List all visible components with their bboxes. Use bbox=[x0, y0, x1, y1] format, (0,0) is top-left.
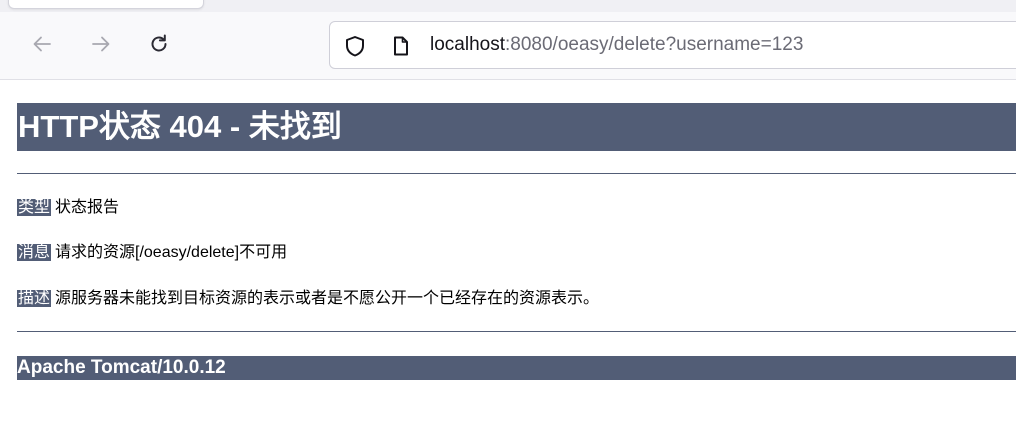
shield-icon[interactable] bbox=[344, 35, 366, 57]
message-label: 消息 bbox=[17, 244, 52, 261]
message-value: 请求的资源[/oeasy/delete]不可用 bbox=[55, 244, 288, 261]
type-label: 类型 bbox=[17, 199, 52, 216]
reload-icon[interactable] bbox=[143, 28, 175, 60]
type-row: 类型 状态报告 bbox=[17, 197, 119, 219]
divider bbox=[17, 331, 1016, 332]
divider bbox=[17, 173, 1016, 174]
server-footer: Apache Tomcat/10.0.12 bbox=[17, 356, 1016, 380]
url-text[interactable]: localhost:8080/oeasy/delete?username=123 bbox=[430, 33, 803, 57]
address-bar[interactable]: localhost:8080/oeasy/delete?username=123 bbox=[329, 21, 1016, 69]
url-host: localhost bbox=[430, 34, 505, 55]
page-content: HTTP状态 404 - 未找到 类型 状态报告 消息 请求的资源[/oeasy/d… bbox=[0, 80, 1016, 440]
type-value: 状态报告 bbox=[55, 199, 120, 216]
active-tab[interactable] bbox=[8, 0, 204, 9]
description-row: 描述 源服务器未能找到目标资源的表示或者是不愿公开一个已经存在的资源表示。 bbox=[17, 288, 599, 310]
page-title: HTTP状态 404 - 未找到 bbox=[17, 103, 1016, 151]
back-arrow-icon[interactable] bbox=[26, 28, 58, 60]
page-info-icon[interactable] bbox=[390, 35, 412, 57]
description-label: 描述 bbox=[17, 290, 52, 307]
url-path: :8080/oeasy/delete?username=123 bbox=[505, 34, 804, 55]
forward-arrow-icon[interactable] bbox=[85, 28, 117, 60]
description-value: 源服务器未能找到目标资源的表示或者是不愿公开一个已经存在的资源表示。 bbox=[55, 290, 600, 307]
navigation-toolbar: localhost:8080/oeasy/delete?username=123 bbox=[0, 12, 1016, 80]
tab-strip bbox=[0, 0, 1016, 12]
message-row: 消息 请求的资源[/oeasy/delete]不可用 bbox=[17, 242, 287, 264]
